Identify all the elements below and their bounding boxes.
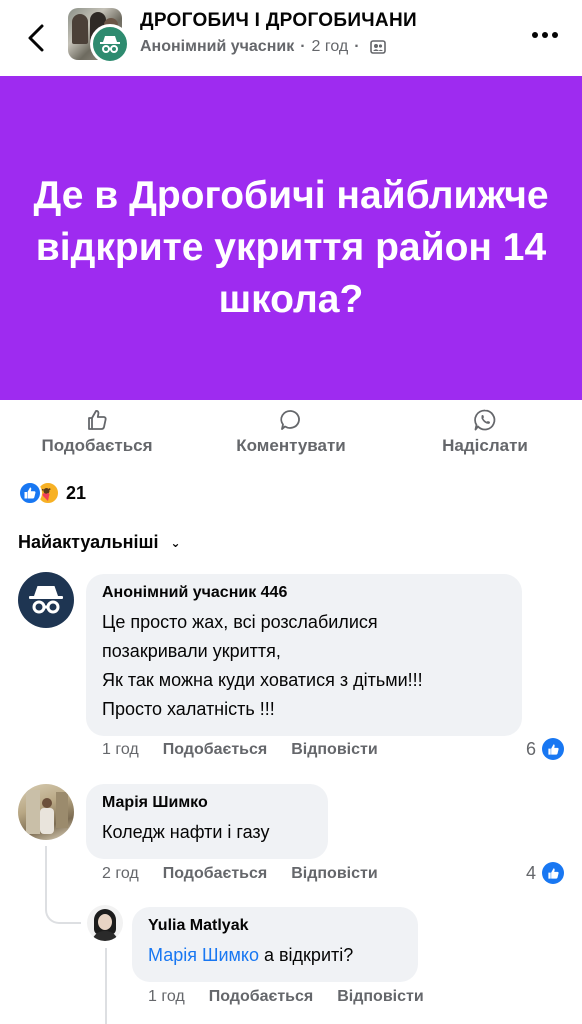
- comment-reply-button[interactable]: Відповісти: [291, 865, 377, 883]
- post-banner: Де в Дрогобичі найближче відкрите укритт…: [0, 76, 582, 400]
- comment-like-button[interactable]: Подобається: [163, 741, 268, 759]
- meta-separator: ·: [354, 38, 360, 55]
- meta-separator: ·: [300, 38, 306, 55]
- reply-author[interactable]: Yulia Matlyak: [148, 917, 402, 935]
- author-name[interactable]: Анонімний учасник: [140, 38, 294, 56]
- user-avatar[interactable]: [18, 784, 74, 840]
- like-reaction-icon: [542, 738, 565, 760]
- like-label: Подобається: [41, 436, 153, 455]
- reply-bubble: Yulia Matlyak Марія Шимко а відкриті?: [132, 907, 418, 982]
- comment-like-button[interactable]: Подобається: [163, 865, 268, 883]
- comment-meta: 1 год Подобається Відповісти: [102, 741, 402, 759]
- comment-like-count[interactable]: 4: [526, 862, 565, 884]
- like-reaction-icon: [18, 481, 42, 505]
- group-name[interactable]: ДРОГОБИЧ І ДРОГОБИЧАНИ: [140, 10, 417, 32]
- reply-reply-button[interactable]: Відповісти: [337, 988, 423, 1006]
- thread-connector: [105, 948, 107, 1024]
- more-options-icon[interactable]: [530, 30, 560, 40]
- comment-time[interactable]: 1 год: [102, 741, 139, 759]
- send-button[interactable]: Надіслати: [436, 408, 534, 456]
- sort-label: Найактуальніші: [18, 532, 159, 552]
- reply-text: Марія Шимко а відкриті?: [148, 941, 402, 970]
- comment-meta: 2 год Подобається Відповісти: [102, 865, 402, 883]
- comment-author[interactable]: Анонімний учасник 446: [102, 584, 506, 602]
- reply-like-button[interactable]: Подобається: [209, 988, 314, 1006]
- chevron-down-icon: ⌄: [170, 535, 181, 550]
- post-meta: Анонімний учасник · 2 год ·: [140, 38, 386, 56]
- comment-line: Просто халатність !!!: [102, 699, 275, 719]
- comment-line: Як так можна куди ховатися з дітьми!!!: [102, 670, 423, 690]
- anonymous-avatar[interactable]: [18, 572, 74, 628]
- reactions-summary[interactable]: 21: [18, 480, 86, 506]
- comment-sort-dropdown[interactable]: Найактуальніші ⌄: [18, 532, 181, 553]
- group-privacy-icon: [369, 40, 386, 54]
- comment-bubble: Анонімний учасник 446 Це просто жах, всі…: [86, 574, 522, 736]
- reply-meta: 1 год Подобається Відповісти: [148, 988, 448, 1006]
- send-label: Надіслати: [442, 436, 528, 455]
- reply-user-avatar[interactable]: [87, 905, 123, 941]
- post-text: Де в Дрогобичі найближче відкрите укритт…: [33, 174, 549, 321]
- whatsapp-icon: [474, 409, 496, 431]
- comment-icon: [280, 410, 300, 430]
- comment-like-count[interactable]: 6: [526, 738, 565, 760]
- like-count: 6: [526, 738, 537, 759]
- comment-text: Це просто жах, всі розслабилися позакрив…: [102, 608, 506, 724]
- comment-bubble: Марія Шимко Коледж нафти і газу: [86, 784, 328, 859]
- comment-author[interactable]: Марія Шимко: [102, 794, 312, 812]
- comment-line: позакривали укриття,: [102, 641, 281, 661]
- mention-link[interactable]: Марія Шимко: [148, 945, 259, 965]
- thumbs-up-icon: [88, 410, 107, 430]
- like-reaction-icon: [542, 862, 565, 884]
- reply-time[interactable]: 1 год: [148, 988, 185, 1006]
- comment-reply-button[interactable]: Відповісти: [291, 741, 377, 759]
- post-time[interactable]: 2 год: [312, 38, 349, 56]
- comment-label: Коментувати: [236, 436, 346, 455]
- comment-line: Це просто жах, всі розслабилися: [102, 612, 378, 632]
- reaction-count: 21: [66, 482, 87, 503]
- anonymous-icon: [90, 24, 130, 64]
- comment-button[interactable]: Коментувати: [228, 408, 354, 456]
- post-actions: Подобається Коментувати Надіслати: [0, 400, 582, 466]
- reply-body: а відкриті?: [258, 945, 354, 965]
- like-count: 4: [526, 862, 537, 883]
- like-button[interactable]: Подобається: [36, 408, 158, 456]
- comment-text: Коледж нафти і газу: [102, 822, 270, 842]
- reply-connector: [45, 896, 81, 924]
- comment-time[interactable]: 2 год: [102, 865, 139, 883]
- back-arrow-icon[interactable]: [22, 22, 50, 54]
- thread-connector: [45, 846, 47, 900]
- incognito-icon: [29, 586, 63, 614]
- post-header: ДРОГОБИЧ І ДРОГОБИЧАНИ Анонімний учасник…: [0, 0, 582, 76]
